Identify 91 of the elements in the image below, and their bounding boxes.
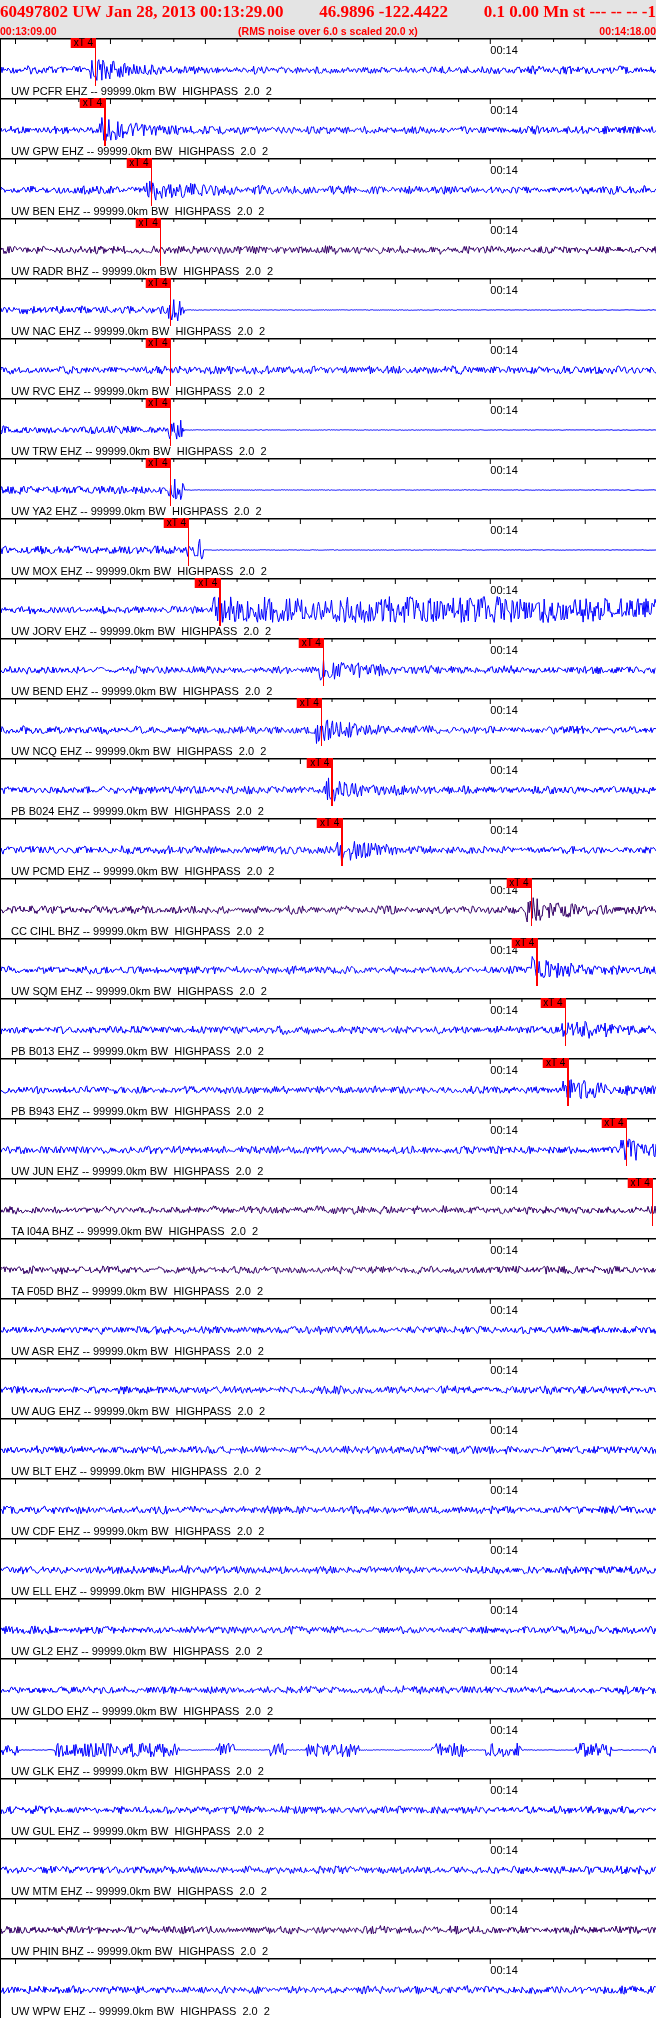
pick-marker: xT 4 [195,578,221,588]
time-label: 00:14 [490,405,518,416]
time-label: 00:14 [490,1365,518,1376]
time-label: 00:14 [490,1905,518,1916]
pick-marker: xT 4 [542,1058,569,1068]
station-label: UW GPW EHZ -- 99999.0km BW HIGHPASS 2.0 2 [10,144,269,158]
pick-marker: xT 4 [540,998,566,1008]
time-label: 00:14 [490,1005,518,1016]
time-label: 00:14 [490,1785,518,1796]
noise-caption: (RMS noise over 6.0 s scaled 20.0 x) [238,24,418,37]
station-label: PB B943 EHZ -- 99999.0km BW HIGHPASS 2.0 2 [10,1104,264,1118]
station-label: UW PHIN BHZ -- 99999.0km BW HIGHPASS 2.0 2 [10,1944,269,1958]
station-label: UW ELL EHZ -- 99999.0km BW HIGHPASS 2.0 2 [10,1584,262,1598]
time-label: 00:14 [490,1125,518,1136]
station-label: UW JORV EHZ -- 99999.0km BW HIGHPASS 2.0 2 [10,624,271,638]
time-label: 00:14 [490,225,518,236]
time-label: 00:14 [490,1605,518,1616]
time-label: 00:14 [490,1245,518,1256]
time-label: 00:14 [490,45,518,56]
pick-marker: xT 4 [601,1118,627,1128]
station-label: TA F05D BHZ -- 99999.0km BW HIGHPASS 2.0 2 [10,1284,264,1298]
station-label: UW GUL EHZ -- 99999.0km BW HIGHPASS 2.0 2 [10,1824,265,1838]
pick-marker: xT 4 [70,38,96,48]
event-info: 46.9896 -122.4422 [319,1,449,22]
time-label: 00:14 [490,825,518,836]
station-label: UW GLDO EHZ -- 99999.0km BW HIGHPASS 2.0 2 [10,1704,274,1718]
station-label: UW AUG EHZ -- 99999.0km BW HIGHPASS 2.0 2 [10,1404,266,1418]
time-label: 00:14 [490,1725,518,1736]
station-label: UW BEND EHZ -- 99999.0km BW HIGHPASS 2.0 2 [10,684,273,698]
station-label: UW MOX EHZ -- 99999.0km BW HIGHPASS 2.0 2 [10,564,267,578]
event-info: 0.1 0.00 Mn st --- -- -- -1 [483,1,656,22]
pick-marker: xT 4 [627,1178,653,1188]
time-label: 00:14 [490,1665,518,1676]
pick-marker: xT 4 [145,338,171,348]
time-label: 00:14 [490,525,518,536]
time-label: 00:14 [490,1305,518,1316]
station-label: UW PCMD EHZ -- 99999.0km BW HIGHPASS 2.0 2 [10,864,275,878]
station-label: UW SQM EHZ -- 99999.0km BW HIGHPASS 2.0 2 [10,984,267,998]
pick-marker: xT 4 [506,878,532,888]
time-label: 00:14 [490,1185,518,1196]
time-label: 00:14 [490,105,518,116]
station-label: UW NCQ EHZ -- 99999.0km BW HIGHPASS 2.0 2 [10,744,267,758]
station-label: UW GL2 EHZ -- 99999.0km BW HIGHPASS 2.0 2 [10,1644,263,1658]
time-label: 00:14 [490,1845,518,1856]
station-label: UW NAC EHZ -- 99999.0km BW HIGHPASS 2.0 2 [10,324,266,338]
station-label: UW RVC EHZ -- 99999.0km BW HIGHPASS 2.0 2 [10,384,265,398]
pick-marker: xT 4 [512,938,538,948]
end-time: 00:14:18.00 [599,24,656,37]
station-label: UW MTM EHZ -- 99999.0km BW HIGHPASS 2.0 2 [10,1884,267,1898]
station-label: UW YA2 EHZ -- 99999.0km BW HIGHPASS 2.0 2 [10,504,262,518]
time-label: 00:14 [490,1065,518,1076]
pick-marker: xT 4 [163,518,189,528]
station-label: UW PCFR EHZ -- 99999.0km BW HIGHPASS 2.0 2 [10,84,272,98]
station-label: UW RADR BHZ -- 99999.0km BW HIGHPASS 2.0 2 [10,264,274,278]
time-label: 00:14 [490,465,518,476]
pick-marker: xT 4 [145,458,171,468]
time-label: 00:14 [490,705,518,716]
time-label: 00:14 [490,1545,518,1556]
pick-marker: xT 4 [307,758,333,768]
station-label: TA I04A BHZ -- 99999.0km BW HIGHPASS 2.0 2 [10,1224,259,1238]
time-label: 00:14 [490,1965,518,1976]
station-label: UW GLK EHZ -- 99999.0km BW HIGHPASS 2.0 2 [10,1764,264,1778]
pick-marker: xT 4 [145,278,171,288]
pick-marker: xT 4 [135,218,161,228]
station-label: CC CIHL BHZ -- 99999.0km BW HIGHPASS 2.0 2 [10,924,265,938]
station-label: UW BEN EHZ -- 99999.0km BW HIGHPASS 2.0 2 [10,204,265,218]
station-label: UW CDF EHZ -- 99999.0km BW HIGHPASS 2.0 2 [10,1524,265,1538]
time-label: 00:14 [490,945,518,956]
station-label: PB B024 EHZ -- 99999.0km BW HIGHPASS 2.0 2 [10,804,264,818]
station-label: UW TRW EHZ -- 99999.0km BW HIGHPASS 2.0 2 [10,444,267,458]
pick-marker: xT 4 [296,698,322,708]
pick-marker: xT 4 [316,818,343,828]
time-label: 00:14 [490,765,518,776]
pick-marker: xT 4 [126,158,152,168]
time-label: 00:14 [490,1485,518,1496]
station-label: UW WPW EHZ -- 99999.0km BW HIGHPASS 2.0 2 [10,2004,270,2018]
pick-marker: xT 4 [298,638,324,648]
start-time: 00:13:09.00 [0,24,57,37]
time-label: 00:14 [490,285,518,296]
event-info: 60497802 UW Jan 28, 2013 00:13:29.00 [0,1,284,22]
time-label: 00:14 [490,165,518,176]
station-label: PB B013 EHZ -- 99999.0km BW HIGHPASS 2.0 2 [10,1044,264,1058]
pick-marker: xT 4 [79,98,106,108]
time-label: 00:14 [490,1425,518,1436]
station-label: UW ASR EHZ -- 99999.0km BW HIGHPASS 2.0 2 [10,1344,264,1358]
pick-marker: xT 4 [145,398,171,408]
time-label: 00:14 [490,345,518,356]
station-label: UW BLT EHZ -- 99999.0km BW HIGHPASS 2.0 2 [10,1464,261,1478]
station-label: UW JUN EHZ -- 99999.0km BW HIGHPASS 2.0 2 [10,1164,264,1178]
time-label: 00:14 [490,585,518,596]
time-label: 00:14 [490,645,518,656]
